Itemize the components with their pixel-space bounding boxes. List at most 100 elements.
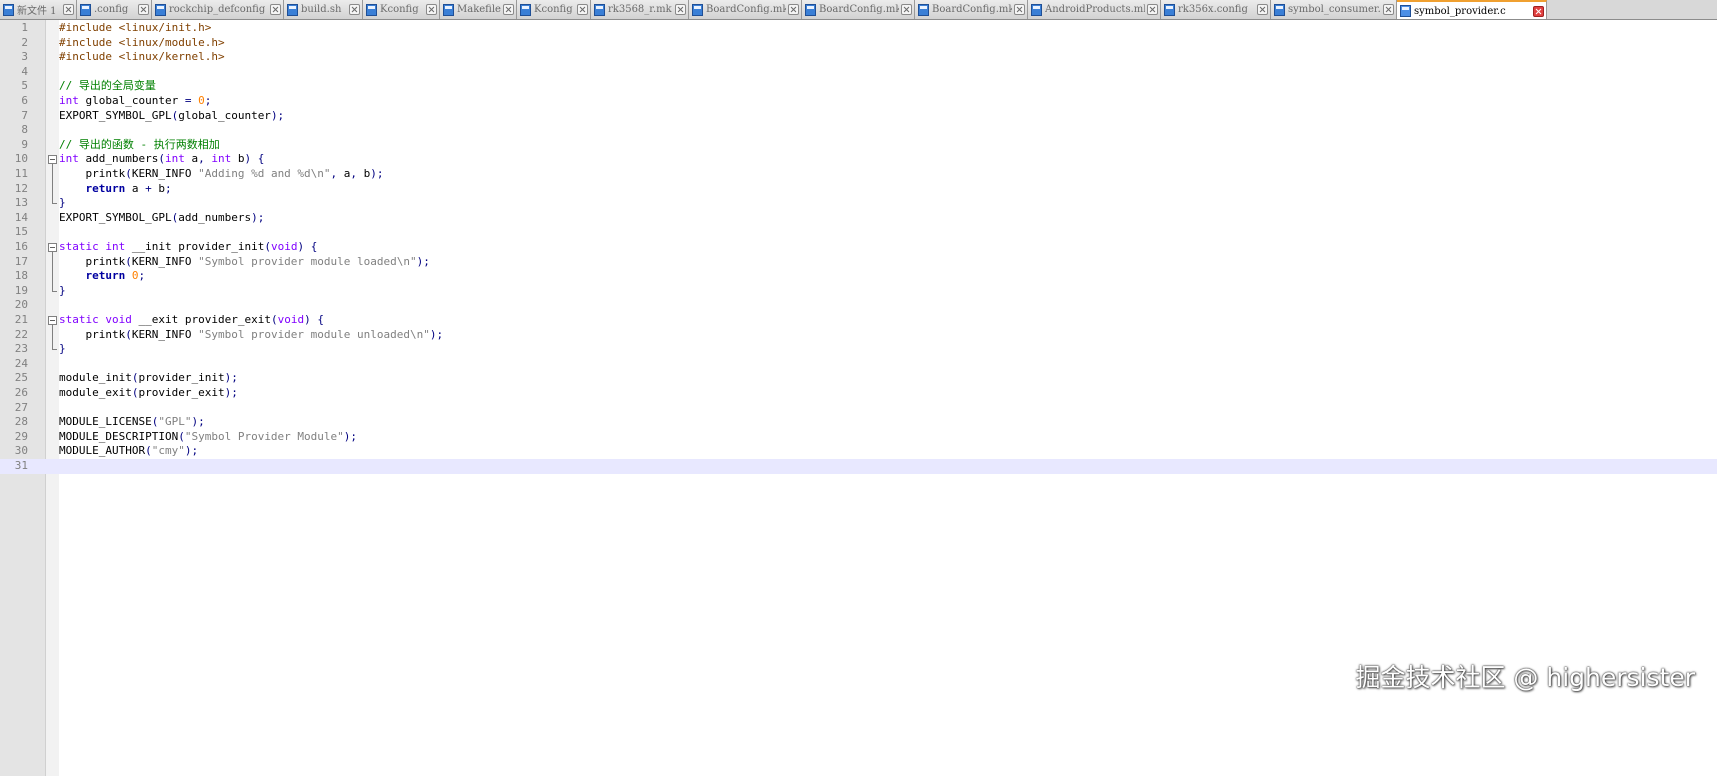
tab-6[interactable]: Kconfig xyxy=(517,0,591,19)
close-tab-icon[interactable] xyxy=(901,4,912,15)
code-line[interactable]: 18 return 0; xyxy=(0,269,1717,284)
file-icon xyxy=(287,3,298,16)
code-token: EXPORT_SYMBOL_GPL xyxy=(59,108,172,122)
code-line[interactable]: 27 xyxy=(0,401,1717,416)
code-line[interactable]: 2 #include <linux/module.h> xyxy=(0,36,1717,51)
fold-toggle-icon[interactable] xyxy=(48,155,57,165)
code-line[interactable]: 7 EXPORT_SYMBOL_GPL(global_counter); xyxy=(0,109,1717,124)
code-line[interactable]: 10 int add_numbers(int a, int b) { xyxy=(0,152,1717,167)
code-text: return 0; xyxy=(59,269,146,284)
code-token: printk xyxy=(59,327,126,341)
tab-0[interactable]: 新文件 1 xyxy=(0,0,77,19)
close-tab-icon[interactable] xyxy=(270,4,281,15)
line-number: 10 xyxy=(14,152,28,166)
code-line[interactable]: 11 printk(KERN_INFO "Adding %d and %d\n"… xyxy=(0,167,1717,182)
watermark: 掘金技术社区 @ highersister xyxy=(1355,663,1695,692)
close-tab-icon[interactable] xyxy=(577,4,588,15)
code-line[interactable]: 31 xyxy=(0,459,1717,474)
fold-toggle-icon[interactable] xyxy=(48,243,57,252)
code-line[interactable]: 25 module_init(provider_init); xyxy=(0,371,1717,386)
code-line[interactable]: 29 MODULE_DESCRIPTION("Symbol Provider Mo… xyxy=(0,430,1717,445)
code-line[interactable]: 20 xyxy=(0,298,1717,313)
code-token: MODULE_AUTHOR xyxy=(59,444,146,458)
tab-3[interactable]: build.sh xyxy=(284,0,363,19)
line-number: 7 xyxy=(21,108,28,122)
code-line[interactable]: 21 static void __exit provider_exit(void)… xyxy=(0,313,1717,328)
tab-label: BoardConfig.mk xyxy=(932,4,1012,15)
code-line[interactable]: 12 return a + b; xyxy=(0,182,1717,197)
tab-label: BoardConfig.mk xyxy=(819,4,899,15)
tab-label: Kconfig xyxy=(534,4,573,15)
code-line[interactable]: 30 MODULE_AUTHOR("cmy"); xyxy=(0,444,1717,459)
fold-toggle-icon[interactable] xyxy=(48,316,57,325)
line-number: 30 xyxy=(14,444,28,458)
close-tab-icon[interactable] xyxy=(1533,5,1544,17)
tab-4[interactable]: Kconfig xyxy=(363,0,440,19)
code-line[interactable]: 13} xyxy=(0,196,1717,211)
code-text: } xyxy=(59,196,66,211)
file-icon xyxy=(1400,5,1411,17)
code-line[interactable]: 1 #include <linux/init.h> xyxy=(0,21,1717,36)
code-token: int xyxy=(59,152,79,166)
tab-7[interactable]: rk3568_r.mk xyxy=(591,0,689,19)
close-tab-icon[interactable] xyxy=(1257,4,1268,15)
code-text: int add_numbers(int a, int b) { xyxy=(59,152,264,167)
code-line[interactable]: 17 printk(KERN_INFO "Symbol provider mod… xyxy=(0,255,1717,270)
code-line[interactable]: 19} xyxy=(0,284,1717,299)
code-token: "Adding %d and %d\n" xyxy=(198,167,331,180)
close-tab-icon[interactable] xyxy=(349,4,360,15)
close-tab-icon[interactable] xyxy=(675,4,686,15)
code-line[interactable]: 6 int global_counter = 0; xyxy=(0,94,1717,109)
tab-8[interactable]: BoardConfig.mk xyxy=(689,0,802,19)
code-line[interactable]: 23} xyxy=(0,342,1717,357)
code-token: + xyxy=(145,181,152,195)
code-line[interactable]: 3 #include <linux/kernel.h> xyxy=(0,50,1717,65)
code-line[interactable]: 4 xyxy=(0,65,1717,80)
code-line[interactable]: 24 xyxy=(0,357,1717,372)
code-line[interactable]: 28 MODULE_LICENSE("GPL"); xyxy=(0,415,1717,430)
code-text: #include <linux/kernel.h> xyxy=(59,50,225,65)
close-tab-icon[interactable] xyxy=(138,4,149,15)
close-tab-icon[interactable] xyxy=(63,4,74,15)
tab-2[interactable]: rockchip_defconfig xyxy=(152,0,284,19)
fold-line xyxy=(52,325,53,350)
code-token: a xyxy=(337,167,351,180)
tab-13[interactable]: symbol_consumer.c xyxy=(1271,0,1397,19)
code-line[interactable]: 16 static int __init provider_init(void) … xyxy=(0,240,1717,255)
code-line[interactable]: 15 xyxy=(0,225,1717,240)
tab-10[interactable]: BoardConfig.mk xyxy=(915,0,1028,19)
code-line[interactable]: 9 // 导出的函数 - 执行两数相加 xyxy=(0,138,1717,153)
fold-line xyxy=(52,164,53,204)
tab-5[interactable]: Makefile xyxy=(440,0,517,19)
code-token: void xyxy=(277,313,305,326)
close-tab-icon[interactable] xyxy=(1147,4,1158,15)
code-line[interactable]: 5 // 导出的全局变量 xyxy=(0,79,1717,94)
close-tab-icon[interactable] xyxy=(788,4,799,15)
code-line[interactable]: 14 EXPORT_SYMBOL_GPL(add_numbers); xyxy=(0,211,1717,226)
close-tab-icon[interactable] xyxy=(1014,4,1025,15)
code-line[interactable]: 26 module_exit(provider_exit); xyxy=(0,386,1717,401)
tab-1[interactable]: .config xyxy=(77,0,152,19)
tab-12[interactable]: rk356x.config xyxy=(1161,0,1271,19)
close-tab-icon[interactable] xyxy=(426,4,437,15)
tab-label: rk3568_r.mk xyxy=(608,4,672,15)
code-text: return a + b; xyxy=(59,182,172,197)
tab-14[interactable]: symbol_provider.c xyxy=(1397,0,1547,19)
code-token: ); xyxy=(224,386,238,399)
code-token: b xyxy=(357,167,371,180)
code-line[interactable]: 22 printk(KERN_INFO "Symbol provider mod… xyxy=(0,328,1717,343)
code-token: ) xyxy=(304,313,311,326)
line-number: 3 xyxy=(21,50,28,64)
code-token: "Symbol Provider Module" xyxy=(184,429,344,443)
tab-11[interactable]: AndroidProducts.mk xyxy=(1028,0,1161,19)
tab-label: rk356x.config xyxy=(1178,4,1248,15)
code-line[interactable]: 8 xyxy=(0,123,1717,138)
line-number: 12 xyxy=(14,181,28,195)
close-tab-icon[interactable] xyxy=(1383,4,1394,15)
code-token: ( xyxy=(270,313,278,326)
close-tab-icon[interactable] xyxy=(503,4,514,15)
tab-label: build.sh xyxy=(301,4,342,15)
tab-9[interactable]: BoardConfig.mk xyxy=(802,0,915,19)
